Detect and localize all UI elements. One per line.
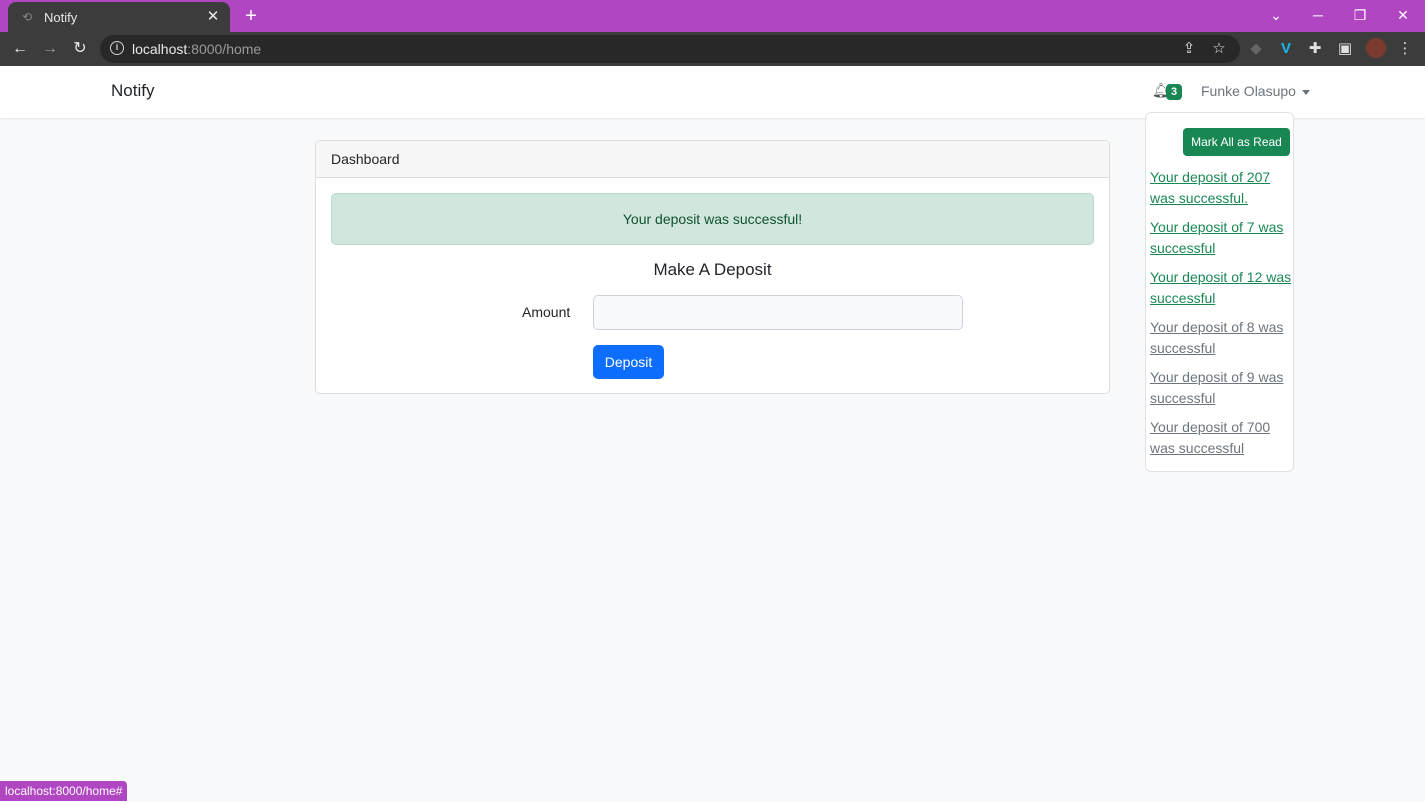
minimize-button[interactable]: ─ [1303,4,1333,26]
deposit-section-title: Make A Deposit [653,260,772,279]
loading-favicon-icon: ⟲ [22,10,33,24]
amount-input[interactable] [593,295,963,330]
tab-search-chevron-icon[interactable]: ⌄ [1261,4,1291,26]
side-panel-icon[interactable]: ▣ [1333,37,1357,61]
reload-button[interactable]: ↻ [68,37,92,61]
address-bar[interactable]: i localhost:8000/home [100,35,1240,63]
close-window-button[interactable]: ✕ [1388,4,1418,26]
share-icon[interactable]: ⇪ [1177,37,1201,61]
tab-title: Notify [44,9,78,25]
app-navbar: Notify 🔔︎ 3 Funke Olasupo [0,66,1425,118]
bookmark-star-icon[interactable]: ☆ [1207,37,1231,61]
notification-item[interactable]: Your deposit of 8 was successful [1150,317,1292,359]
address-url[interactable]: localhost:8000/home [132,41,261,57]
site-info-icon[interactable]: i [110,41,124,55]
browser-tab[interactable]: ⟲ Notify ✕ [8,2,230,32]
user-dropdown-toggle[interactable]: Funke Olasupo [1201,83,1310,99]
vimeo-extension-icon[interactable]: V [1274,37,1298,61]
success-alert: Your deposit was successful! [331,193,1094,245]
notification-item[interactable]: Your deposit of 9 was successful [1150,367,1292,409]
brand-link[interactable]: Notify [111,81,154,101]
forward-button[interactable]: → [38,37,62,61]
notifications-dropdown: Mark All as Read Your deposit of 207 was… [1145,112,1294,472]
mark-all-read-button[interactable]: Mark All as Read [1183,128,1290,156]
notification-item[interactable]: Your deposit of 7 was successful [1150,217,1292,259]
dashboard-card: Dashboard Your deposit was successful! M… [315,140,1110,394]
notification-item[interactable]: Your deposit of 12 was successful [1150,267,1292,309]
card-header: Dashboard [316,141,1109,178]
extensions-puzzle-icon[interactable]: ✚ [1303,37,1327,61]
deposit-button[interactable]: Deposit [593,345,664,379]
notification-item[interactable]: Your deposit of 700 was successful [1150,417,1292,459]
user-name: Funke Olasupo [1201,83,1296,99]
profile-avatar[interactable] [1366,38,1386,58]
notification-count-badge[interactable]: 3 [1166,84,1183,100]
status-url-bar: localhost:8000/home# [0,781,128,801]
card-title: Dashboard [331,151,400,167]
amount-label: Amount [522,304,571,320]
restore-button[interactable]: ❐ [1345,4,1375,26]
notification-item[interactable]: Your deposit of 207 was successful. [1150,167,1292,209]
browser-toolbar: ← → ↻ i localhost:8000/home ⇪ ☆ ◆ V ✚ ▣ … [0,32,1425,66]
back-button[interactable]: ← [8,37,32,61]
extension-diamond-icon[interactable]: ◆ [1244,37,1268,61]
tab-close-icon[interactable]: ✕ [204,8,222,26]
browser-menu-icon[interactable]: ⋮ [1393,37,1417,61]
browser-tabstrip: ⟲ Notify ✕ + ⌄ ─ ❐ ✕ [0,0,1425,32]
caret-down-icon [1301,89,1310,95]
new-tab-button[interactable]: + [240,4,262,28]
